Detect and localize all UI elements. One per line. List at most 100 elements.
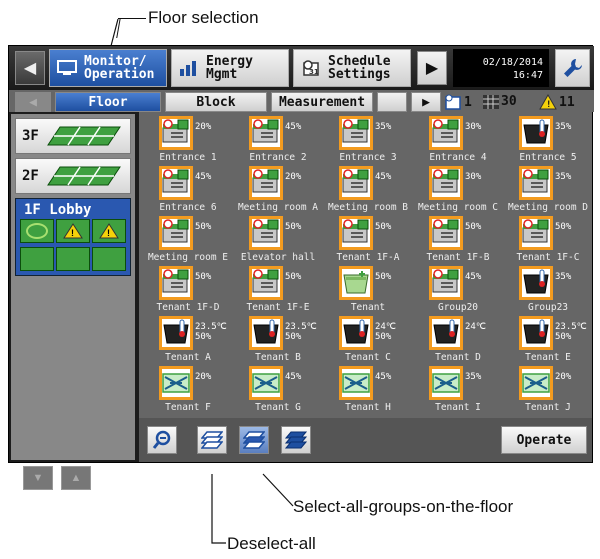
floor-page-up-button[interactable]: ▲	[61, 466, 91, 490]
energy-mgmt-button[interactable]: Energy Mgmt	[171, 49, 289, 87]
unit-value: 45%	[375, 172, 392, 182]
calendar-clock-icon: 31	[303, 60, 319, 76]
tab-measurement[interactable]: Measurement	[271, 92, 373, 112]
tab-spacer	[377, 92, 407, 112]
unit-name: Entrance 6	[159, 202, 217, 213]
select-all-button[interactable]	[239, 426, 269, 454]
floor-cell[interactable]: !	[56, 219, 90, 243]
unit-group[interactable]: 20% Tenant J	[503, 364, 593, 423]
dark-unit-icon	[519, 266, 553, 300]
callout-pointer	[262, 473, 294, 507]
tab-floor[interactable]: Floor	[55, 92, 161, 112]
svg-text:!: !	[71, 228, 74, 238]
unit-name: Tenant	[350, 302, 386, 313]
deselect-all-button[interactable]	[197, 426, 227, 454]
schedule-status: 1	[445, 94, 472, 110]
unit-name: Tenant 1F-E	[246, 302, 310, 313]
unit-value: 35%	[375, 122, 392, 132]
ventilation-icon	[159, 266, 193, 300]
unit-value: 45%	[285, 122, 302, 132]
unit-value: 30%	[465, 172, 482, 182]
warning-icon: !	[539, 94, 557, 110]
fan-coil-icon	[429, 366, 463, 400]
maintenance-button[interactable]	[555, 49, 590, 87]
ventilation-icon	[249, 216, 283, 250]
dark-unit-icon	[249, 316, 283, 350]
unit-name: Tenant J	[525, 402, 571, 413]
tab-block[interactable]: Block	[165, 92, 267, 112]
unit-name: Tenant B	[255, 352, 301, 363]
floor-cell[interactable]	[56, 247, 90, 271]
warning-icon: !	[63, 223, 83, 239]
floor-1f-lobby-button[interactable]: 1F Lobby ! !	[15, 198, 131, 276]
group-folder-icon	[339, 266, 373, 300]
unit-name: Tenant I	[435, 402, 481, 413]
unit-value: 35%	[555, 122, 572, 132]
ventilation-icon	[429, 216, 463, 250]
ventilation-icon	[429, 166, 463, 200]
ventilation-icon	[159, 116, 193, 150]
unit-name: Group23	[527, 302, 569, 313]
unit-name: Group20	[437, 302, 479, 313]
monitor-icon	[57, 60, 77, 75]
callout-floor-selection: Floor selection	[148, 8, 259, 27]
ventilation-icon	[159, 216, 193, 250]
unit-group[interactable]: 45% Tenant H	[323, 364, 413, 423]
grid-icon	[483, 94, 499, 109]
unit-value: 45%	[195, 172, 212, 182]
ventilation-icon	[339, 216, 373, 250]
unit-value: 20%	[555, 372, 572, 382]
unit-value: 23.5℃ 50%	[195, 322, 227, 342]
unit-value: 20%	[195, 122, 212, 132]
unit-value: 23.5℃ 50%	[285, 322, 317, 342]
tab-row: ◀ Floor Block Measurement ▶ 1 30 ! 11	[9, 90, 594, 112]
all-floors-button[interactable]	[281, 426, 311, 454]
zoom-out-button[interactable]	[147, 426, 177, 454]
unit-value: 30%	[465, 122, 482, 132]
unit-name: Tenant F	[165, 402, 211, 413]
floor-2f-button[interactable]: 2F	[15, 158, 131, 194]
unit-name: Meeting room D	[507, 202, 589, 213]
dark-unit-icon	[519, 316, 553, 350]
unit-group[interactable]: 45% Tenant G	[233, 364, 323, 423]
svg-text:!: !	[546, 100, 551, 110]
ventilation-icon	[249, 116, 283, 150]
tab-prev-button[interactable]: ◀	[15, 92, 51, 112]
floor-map-icon	[47, 126, 121, 146]
floor-cell[interactable]	[92, 247, 126, 271]
fan-coil-icon	[249, 366, 283, 400]
unit-name: Entrance 1	[159, 152, 217, 163]
monitor-operation-button[interactable]: Monitor/Operation	[49, 49, 167, 87]
bottom-toolbar: Operate	[139, 418, 592, 462]
nav-left-button[interactable]: ◀	[15, 51, 45, 85]
unit-name: Entrance 3	[339, 152, 397, 163]
floor-page-down-button[interactable]: ▼	[23, 466, 53, 490]
unit-name: Meeting room B	[327, 202, 409, 213]
schedule-settings-button[interactable]: 31 Schedule Settings	[293, 49, 411, 87]
tab-next-button[interactable]: ▶	[411, 92, 441, 112]
bar-chart-icon	[180, 61, 196, 76]
floor-cell[interactable]: !	[92, 219, 126, 243]
ventilation-icon	[249, 266, 283, 300]
unit-group[interactable]: 20% Tenant F	[143, 364, 233, 423]
floor-list: 3F 2F 1F Lobby ! ! ▼ ▲	[11, 114, 135, 490]
ventilation-icon	[159, 166, 193, 200]
dark-unit-icon	[429, 316, 463, 350]
operate-button[interactable]: Operate	[501, 426, 587, 454]
ventilation-icon	[429, 116, 463, 150]
floor-3f-button[interactable]: 3F	[15, 118, 131, 154]
unit-value: 35%	[465, 372, 482, 382]
nav-right-button[interactable]: ▶	[417, 51, 447, 85]
fan-coil-icon	[159, 366, 193, 400]
floor-cell[interactable]	[20, 219, 54, 243]
unit-value: 50%	[375, 272, 392, 282]
group-status: 30	[483, 94, 517, 109]
floor-cell[interactable]	[20, 247, 54, 271]
unit-value: 50%	[375, 222, 392, 232]
ventilation-icon	[429, 266, 463, 300]
unit-name: Tenant A	[165, 352, 211, 363]
floor-map-icon	[47, 166, 121, 186]
selection-icon	[26, 223, 48, 239]
unit-group[interactable]: 35% Tenant I	[413, 364, 503, 423]
warning-icon: !	[99, 223, 119, 239]
